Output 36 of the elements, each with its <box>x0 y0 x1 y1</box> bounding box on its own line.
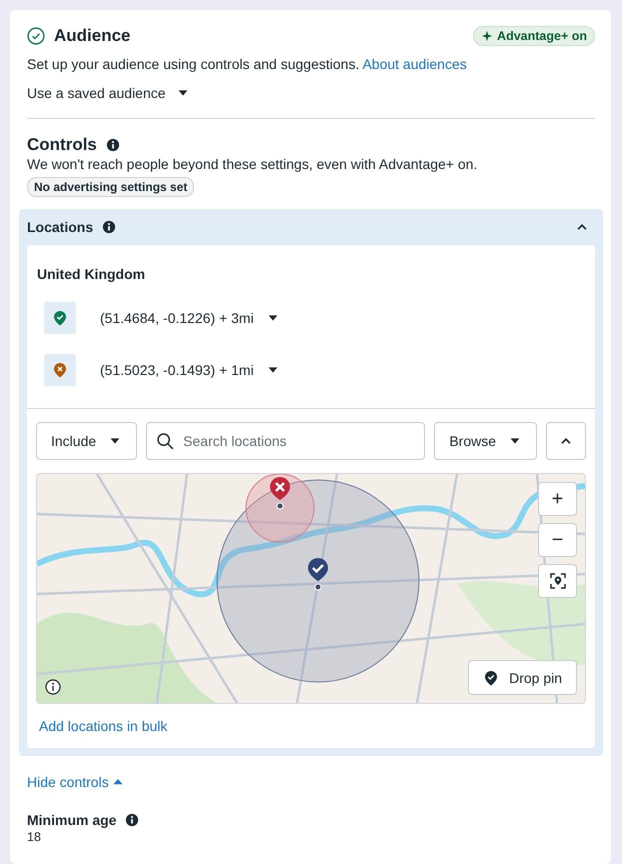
info-icon <box>106 138 120 152</box>
panel-title: Locations <box>27 219 94 235</box>
map-info-button[interactable] <box>45 679 61 695</box>
locate-pin-icon <box>550 573 566 589</box>
location-dropdown[interactable]: (51.4684, -0.1226) + 3mi <box>100 310 280 326</box>
pin-check-icon <box>483 670 500 686</box>
info-icon <box>125 813 140 827</box>
pin-check-icon <box>52 310 68 326</box>
info-icon <box>102 220 116 234</box>
map-pin-check-icon <box>306 557 330 591</box>
description: We won't reach people beyond these settings, even with Advantage+ on. <box>27 155 478 173</box>
drop-pin-button[interactable]: Drop pin <box>468 660 577 695</box>
location-dropdown[interactable]: (51.5023, -0.1493) + 1mi <box>100 362 280 378</box>
search-field[interactable]: Search locations <box>146 422 426 460</box>
section-title: Controls <box>27 135 97 155</box>
check-circle-icon <box>27 27 45 45</box>
status-tag: No advertising settings set <box>27 177 194 197</box>
sparkle-icon <box>481 30 494 42</box>
zoom-out-button[interactable]: − <box>538 523 577 557</box>
hide-controls-link[interactable]: Hide controls <box>27 774 124 790</box>
info-icon <box>45 679 61 695</box>
pin-x-icon <box>52 362 68 378</box>
zoom-in-button[interactable]: + <box>538 482 577 516</box>
bulk-locations-link[interactable]: Add locations in bulk <box>39 718 168 734</box>
about-link[interactable]: About audiences <box>362 56 467 72</box>
map-pin-x-icon <box>268 476 292 510</box>
browse-dropdown[interactable]: Browse <box>434 422 537 460</box>
saved-audience-dropdown[interactable]: Use a saved audience <box>27 85 190 101</box>
include-dropdown[interactable]: Include <box>36 422 138 460</box>
locate-button[interactable] <box>538 564 577 598</box>
field-label: Minimum age <box>27 812 116 828</box>
age-value: 18 <box>27 830 42 844</box>
description: Set up your audience using controls and suggestions. About audiences <box>27 55 468 73</box>
country-label: United Kingdom <box>37 266 146 282</box>
badge-label: Advantage+ on <box>497 29 587 43</box>
section-title: Audience <box>54 26 131 46</box>
